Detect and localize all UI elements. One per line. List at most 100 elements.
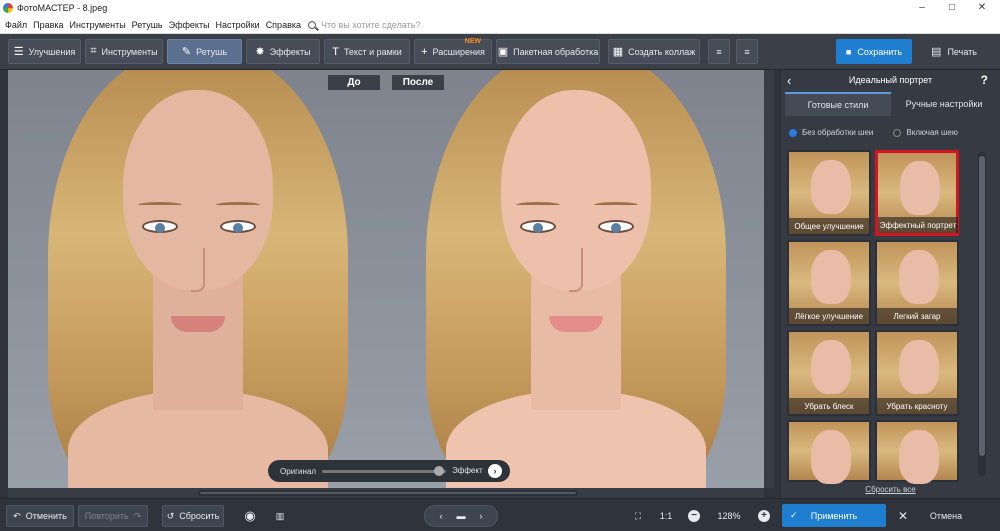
close-window-button[interactable]: ✕: [967, 0, 997, 16]
tab-extensions[interactable]: + Расширения NEW: [414, 38, 492, 64]
reset-label: Сбросить: [179, 511, 220, 521]
scrollbar-thumb[interactable]: [198, 490, 578, 496]
folder-icon[interactable]: ▬: [457, 511, 466, 521]
canvas-vertical-scrollbar[interactable]: [764, 70, 774, 488]
command-search[interactable]: Что вы хотите сделать?: [308, 20, 421, 30]
redo-icon: ↷: [133, 510, 142, 521]
preset-light-tan[interactable]: Легкий загар: [875, 240, 959, 326]
save-button[interactable]: ■ Сохранить: [836, 39, 912, 64]
menu-edit[interactable]: Правка: [33, 20, 63, 30]
zoom-level: 128%: [717, 511, 741, 521]
slider-handle[interactable]: [434, 466, 444, 476]
menu-retouch[interactable]: Ретушь: [132, 20, 163, 30]
tab-batch-processing[interactable]: ▣ Пакетная обработка: [496, 39, 600, 64]
preset-scrollbar[interactable]: [978, 152, 986, 476]
preset-light-enhancement[interactable]: Лёгкое улучшение: [787, 240, 871, 326]
print-button[interactable]: ▤ Печать: [916, 39, 992, 64]
tab-create-collage[interactable]: ▦ Создать коллаж: [608, 39, 700, 64]
preset-effective-portrait[interactable]: Эффектный портрет: [875, 150, 959, 236]
after-label: После: [392, 75, 444, 90]
redo-label: Повторить: [84, 511, 129, 521]
tab-tools[interactable]: ⌗ Инструменты: [85, 39, 163, 64]
help-icon[interactable]: ?: [981, 73, 988, 87]
preset-partial-1[interactable]: [787, 420, 871, 484]
redo-button[interactable]: Повторить ↷: [78, 505, 148, 527]
tab-enhancements[interactable]: ☰ Улучшения: [8, 39, 81, 64]
photo-canvas[interactable]: До После Оригинал Эффект ›: [8, 70, 764, 488]
reset-all-link[interactable]: Сбросить все: [781, 485, 1000, 494]
back-arrow-icon[interactable]: ‹: [787, 73, 791, 88]
maximize-button[interactable]: □: [937, 0, 967, 16]
tab-label: Улучшения: [28, 46, 76, 57]
radio-without-neck-label: Без обработки шеи: [802, 128, 874, 137]
compare-icon[interactable]: ▥: [270, 505, 290, 527]
tab-label: Ретушь: [196, 46, 228, 57]
zoom-out-icon[interactable]: −: [686, 505, 702, 527]
crop-icon: ⌗: [90, 45, 97, 57]
minimize-button[interactable]: –: [907, 0, 937, 16]
layers-plus-icon: ≡: [716, 46, 722, 57]
check-icon: ✓: [790, 510, 798, 520]
canvas-horizontal-scrollbar[interactable]: [8, 488, 764, 498]
add-layer-button[interactable]: ≡: [708, 39, 730, 64]
undo-icon: ↶: [13, 510, 21, 521]
slider-effect-label: Эффект: [452, 466, 483, 475]
undo-label: Отменить: [25, 511, 67, 521]
layers-info-icon: ≡: [744, 46, 750, 57]
main-toolbar: ☰ Улучшения ⌗ Инструменты ✎ Ретушь ✸ Эффекты…: [0, 34, 1000, 70]
preset-partial-2[interactable]: [875, 420, 959, 484]
slider-original-label: Оригинал: [280, 466, 317, 476]
apply-button[interactable]: ✓ Применить: [782, 504, 886, 527]
reset-button[interactable]: ↺ Сбросить: [162, 505, 224, 527]
tab-label: Создать коллаж: [628, 46, 696, 57]
next-image-icon[interactable]: ›: [480, 511, 483, 521]
tab-label: Инструменты: [101, 46, 158, 57]
preset-label: Лёгкое улучшение: [789, 308, 869, 324]
fullscreen-icon[interactable]: ⛶: [628, 505, 648, 527]
neck-options: Без обработки шеи Включая шею: [789, 128, 997, 137]
app-logo-icon: [3, 3, 13, 13]
images-icon: ▣: [497, 46, 509, 58]
zoom-in-icon[interactable]: +: [756, 505, 772, 527]
tab-effects[interactable]: ✸ Эффекты: [246, 39, 320, 64]
cancel-button[interactable]: ✕ Отмена: [896, 504, 996, 527]
menu-help[interactable]: Справка: [266, 20, 301, 30]
slider-track[interactable]: [322, 470, 446, 473]
preset-remove-shine[interactable]: Убрать блеск: [787, 330, 871, 416]
menu-tools[interactable]: Инструменты: [70, 20, 126, 30]
radio-include-neck[interactable]: [893, 128, 902, 137]
new-badge: NEW: [464, 38, 481, 45]
search-icon: [308, 20, 316, 29]
menu-file[interactable]: Файл: [5, 20, 27, 30]
sparkle-icon: ✸: [255, 46, 265, 58]
bottom-bar: ↶ Отменить Повторить ↷ ↺ Сбросить ◉ ▥ ‹ ▬ ›…: [0, 498, 1000, 531]
photo-after: [386, 70, 764, 488]
printer-icon: ▤: [931, 46, 942, 58]
radio-without-neck[interactable]: [789, 128, 797, 137]
close-icon: ✕: [898, 508, 909, 523]
portrait-panel: ‹ Идеальный портрет ? Готовые стили Ручн…: [781, 70, 1000, 498]
eye-icon[interactable]: ◉: [240, 505, 260, 527]
preset-remove-redness[interactable]: Убрать красноту: [875, 330, 959, 416]
tab-label: Пакетная обработка: [513, 46, 599, 57]
actual-size-button[interactable]: 1:1: [656, 505, 676, 527]
plus-icon: +: [421, 45, 428, 58]
floppy-icon: ■: [845, 46, 852, 57]
prev-image-icon[interactable]: ‹: [440, 511, 443, 521]
preset-scroll-thumb[interactable]: [979, 156, 985, 456]
undo-button[interactable]: ↶ Отменить: [6, 505, 74, 527]
effect-strength-slider[interactable]: Оригинал Эффект ›: [268, 460, 510, 482]
preset-general-enhancement[interactable]: Общее улучшение: [787, 150, 871, 236]
chevron-right-icon[interactable]: ›: [488, 464, 502, 478]
panel-title: Идеальный портрет: [848, 75, 933, 85]
tab-manual-settings[interactable]: Ручные настройки: [891, 92, 997, 116]
layer-info-button[interactable]: ≡: [736, 39, 758, 64]
photo-before: [8, 70, 386, 488]
tab-ready-styles[interactable]: Готовые стили: [785, 92, 891, 116]
panel-header: ‹ Идеальный портрет ?: [781, 70, 1000, 90]
menu-effects[interactable]: Эффекты: [169, 20, 210, 30]
preset-label: Убрать красноту: [877, 398, 957, 414]
tab-retouch[interactable]: ✎ Ретушь: [167, 39, 242, 64]
tab-text-frames[interactable]: T Текст и рамки: [324, 39, 410, 64]
menu-settings[interactable]: Настройки: [216, 20, 260, 30]
